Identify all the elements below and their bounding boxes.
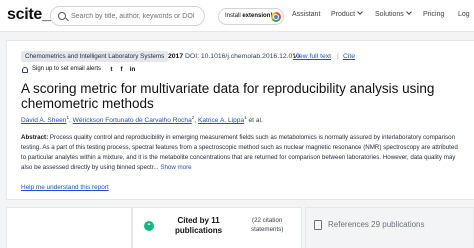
install-extension-label: extension!	[242, 13, 273, 19]
show-more-link[interactable]: Show more	[160, 164, 191, 171]
install-extension-button[interactable]: Install extension!	[218, 8, 284, 25]
journal-badge[interactable]: Chemometrics and Intelligent Laboratory …	[21, 51, 169, 62]
publication-year: 2017	[168, 53, 184, 60]
nav-assistant[interactable]: Assistant	[292, 11, 320, 18]
abstract-text: Process quality control and reproducibil…	[21, 134, 458, 171]
citation-statements: (22 citation statements)	[251, 217, 283, 234]
linkedin-icon[interactable]: in	[129, 66, 136, 73]
cited-by-count: Cited by 11 publications	[175, 216, 222, 236]
nav-product[interactable]: Product	[331, 9, 363, 18]
install-label: Install	[225, 13, 243, 19]
top-nav: scite_ Install extension! Assistant Prod…	[0, 0, 474, 32]
quote-icon: “	[144, 221, 154, 231]
chevron-down-icon	[405, 9, 412, 15]
view-full-text-link[interactable]: View full text	[293, 53, 331, 60]
divider: |	[337, 53, 339, 60]
abstract-label: Abstract:	[21, 134, 49, 141]
citation-statements-label: statements)	[251, 225, 284, 233]
cited-by-label: Cited by 11	[177, 216, 220, 225]
chevron-down-icon	[357, 9, 363, 15]
affiliation-marker: 1	[244, 115, 247, 120]
cited-by-publications: publications	[175, 226, 223, 235]
nav-pricing[interactable]: Pricing	[423, 11, 444, 18]
search-icon	[58, 12, 66, 20]
email-alerts-link[interactable]: Sign up to set email alerts	[32, 66, 101, 72]
sidebar-panel	[6, 207, 132, 248]
references-tab[interactable]: References 29 publications	[305, 207, 474, 248]
paper-card: Chemometrics and Intelligent Laboratory …	[6, 40, 474, 200]
author-link[interactable]: Katrice A. Lippa	[198, 117, 244, 124]
cited-by-tab[interactable]: “ Cited by 11 publications (22 citation st…	[132, 207, 302, 248]
facebook-icon[interactable]: f	[118, 66, 125, 73]
more-authors: et al.	[248, 117, 263, 125]
chrome-icon	[271, 12, 281, 22]
nav-solutions[interactable]: Solutions	[375, 9, 412, 18]
citation-statements-count: (22 citation	[252, 217, 283, 224]
search-box[interactable]	[50, 6, 205, 26]
doi: DOI: 10.1016/j.chemolab.2016.12.010	[185, 53, 300, 60]
nav-login[interactable]: Log	[458, 11, 470, 18]
references-count: References 29 publications	[328, 220, 425, 229]
document-icon	[314, 220, 322, 230]
search-input[interactable]	[71, 10, 201, 23]
author-link[interactable]: Wérickson Fortunato de Carvalho Rocha	[73, 117, 192, 124]
author-link[interactable]: David A. Sheen	[21, 117, 66, 124]
abstract: Abstract: Process quality control and re…	[21, 133, 461, 173]
scite-logo[interactable]: scite_	[7, 6, 51, 24]
cite-link[interactable]: Cite	[343, 53, 355, 60]
bell-icon[interactable]	[22, 67, 28, 73]
author-list: David A. Sheen1, Wérickson Fortunato de …	[21, 115, 263, 125]
nav-solutions-label: Solutions	[375, 11, 404, 18]
paper-title: A scoring metric for multivariate data f…	[21, 81, 435, 111]
twitter-icon[interactable]: t	[108, 66, 115, 73]
help-understand-link[interactable]: Help me understand this report	[21, 184, 109, 191]
nav-product-label: Product	[331, 11, 356, 18]
